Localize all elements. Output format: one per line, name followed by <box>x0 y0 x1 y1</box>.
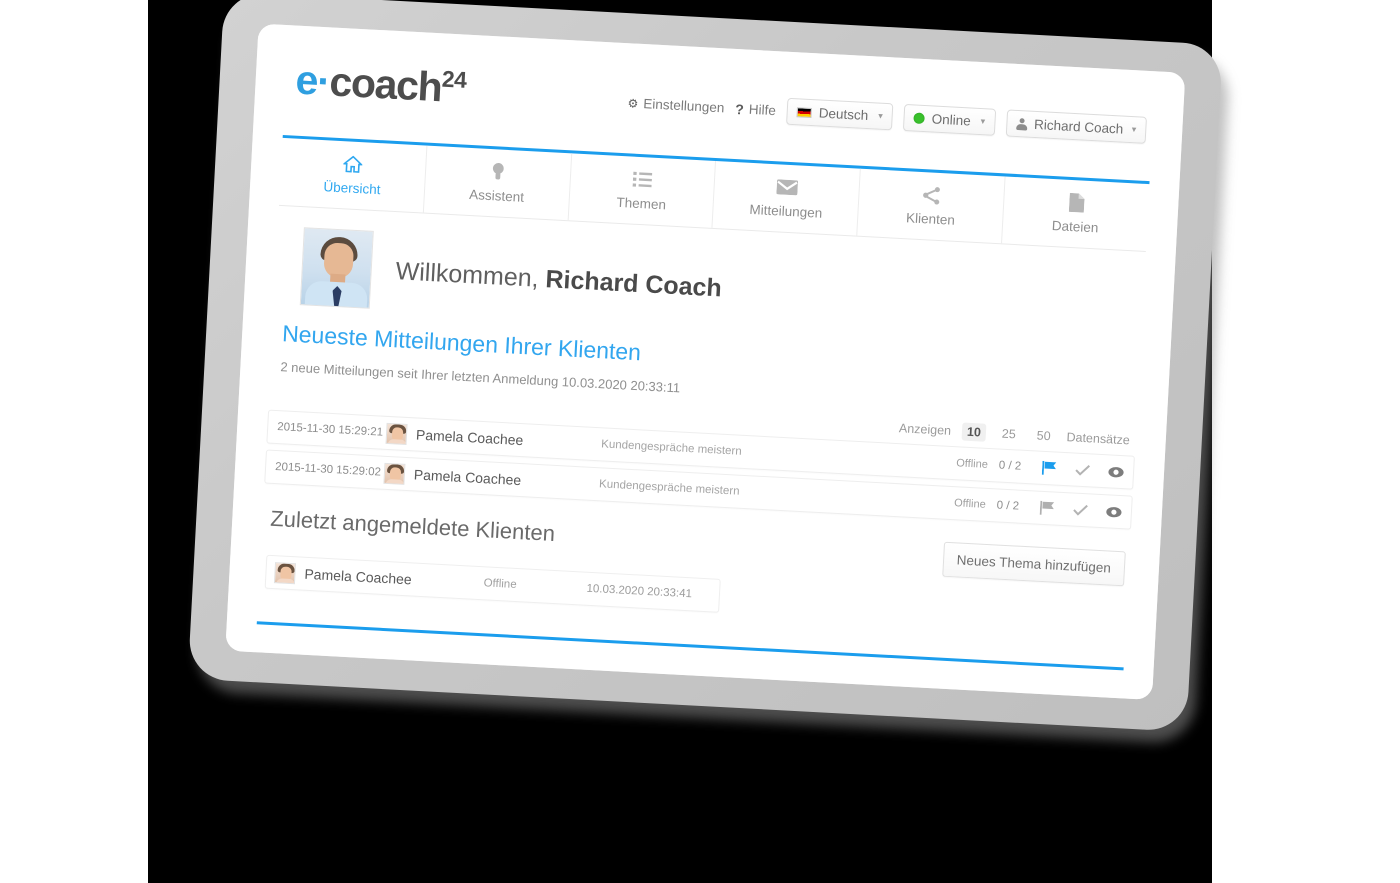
check-icon[interactable] <box>1066 463 1100 477</box>
tablet-screen: e·coach24 ⚙ Einstellungen ? Hilfe Deutsc… <box>225 23 1186 700</box>
welcome-text: Willkommen, Richard Coach <box>394 256 723 303</box>
logo-coach: coach <box>328 58 443 111</box>
language-label: Deutsch <box>818 105 869 124</box>
settings-label: Einstellungen <box>643 96 725 116</box>
paging-suffix-label: Datensätze <box>1066 430 1131 448</box>
chevron-down-icon: ▾ <box>878 110 884 121</box>
tab-label: Klienten <box>905 210 956 228</box>
share-icon <box>922 185 941 205</box>
file-icon <box>1068 192 1085 213</box>
client-last-login: 10.03.2020 20:33:41 <box>586 582 693 601</box>
tab-label: Assistent <box>468 186 525 205</box>
tablet-mockup: e·coach24 ⚙ Einstellungen ? Hilfe Deutsc… <box>187 0 1233 745</box>
user-menu[interactable]: Richard Coach ▾ <box>1005 109 1147 144</box>
client-status: Offline <box>483 577 517 592</box>
status-badge: Offline <box>953 497 987 511</box>
tab-klienten[interactable]: Klienten <box>857 168 1006 244</box>
brand-logo[interactable]: e·coach24 <box>294 56 468 111</box>
welcome-username: Richard Coach <box>544 264 723 302</box>
chevron-down-icon: ▾ <box>980 116 986 127</box>
tab-label: Übersicht <box>323 179 381 198</box>
app-root: e·coach24 ⚙ Einstellungen ? Hilfe Deutsc… <box>225 23 1186 700</box>
status-selector[interactable]: Online ▾ <box>903 103 996 136</box>
eye-icon[interactable] <box>1097 505 1132 518</box>
avatar <box>385 422 408 445</box>
user-name-label: Richard Coach <box>1033 116 1124 137</box>
list-icon <box>632 170 653 190</box>
tab-dateien[interactable]: Dateien <box>1002 176 1149 251</box>
avatar <box>383 462 406 485</box>
german-flag-icon <box>796 106 813 118</box>
home-icon <box>343 154 364 174</box>
settings-link[interactable]: ⚙ Einstellungen <box>627 95 725 116</box>
clients-section-title: Zuletzt angemeldete Klienten <box>269 505 556 546</box>
help-label: Hilfe <box>748 101 777 119</box>
tab-assistent[interactable]: Assistent <box>423 145 572 221</box>
welcome-greeting: Willkommen, <box>394 256 540 293</box>
check-icon[interactable] <box>1064 503 1098 517</box>
client-name: Pamela Coachee <box>304 565 413 588</box>
avatar <box>273 561 297 584</box>
gear-icon: ⚙ <box>627 95 639 111</box>
eye-icon[interactable] <box>1099 465 1134 478</box>
add-topic-button[interactable]: Neues Thema hinzufügen <box>941 541 1126 587</box>
envelope-icon <box>776 177 798 197</box>
tab-label: Dateien <box>1051 217 1099 236</box>
list-item[interactable]: Pamela Coachee Offline 10.03.2020 20:33:… <box>264 554 721 613</box>
logo-superscript: 24 <box>441 65 468 93</box>
flag-icon[interactable] <box>1033 460 1067 476</box>
tab-label: Themen <box>616 194 667 213</box>
message-sender: Pamela Coachee <box>413 466 522 489</box>
status-badge: Offline <box>955 457 989 471</box>
person-icon <box>1016 117 1028 130</box>
message-count: 0 / 2 <box>998 459 1022 473</box>
flag-icon[interactable] <box>1031 500 1065 516</box>
page-size-50[interactable]: 50 <box>1031 426 1056 445</box>
logo-e: e <box>294 56 319 104</box>
tablet-bezel: e·coach24 ⚙ Einstellungen ? Hilfe Deutsc… <box>187 0 1223 732</box>
content-panel: Übersicht Assistent Themen Mitteilungen … <box>256 134 1150 671</box>
status-label: Online <box>931 111 972 129</box>
language-selector[interactable]: Deutsch ▾ <box>786 97 894 131</box>
help-link[interactable]: ? Hilfe <box>735 100 776 118</box>
chevron-down-icon: ▾ <box>1131 124 1137 135</box>
header-controls: ⚙ Einstellungen ? Hilfe Deutsch ▾ Online… <box>627 77 1148 144</box>
message-date: 2015-11-30 15:29:02 <box>274 461 382 479</box>
question-mark-icon: ? <box>734 100 745 117</box>
message-date: 2015-11-30 15:29:21 <box>276 421 384 439</box>
tab-uebersicht[interactable]: Übersicht <box>279 137 428 213</box>
paging-prefix-label: Anzeigen <box>898 421 952 438</box>
page-size-25[interactable]: 25 <box>996 424 1021 443</box>
screenshot-stage: e·coach24 ⚙ Einstellungen ? Hilfe Deutsc… <box>0 0 1400 883</box>
coach-avatar <box>299 227 374 309</box>
message-topic: Kundengespräche meistern <box>598 478 740 498</box>
message-sender: Pamela Coachee <box>415 426 524 449</box>
tab-themen[interactable]: Themen <box>568 153 717 228</box>
tab-label: Mitteilungen <box>749 201 823 221</box>
bulb-icon <box>490 162 505 182</box>
message-count: 0 / 2 <box>996 499 1020 513</box>
online-dot-icon <box>913 112 926 125</box>
page-size-10[interactable]: 10 <box>961 422 987 442</box>
tab-mitteilungen[interactable]: Mitteilungen <box>712 161 862 236</box>
